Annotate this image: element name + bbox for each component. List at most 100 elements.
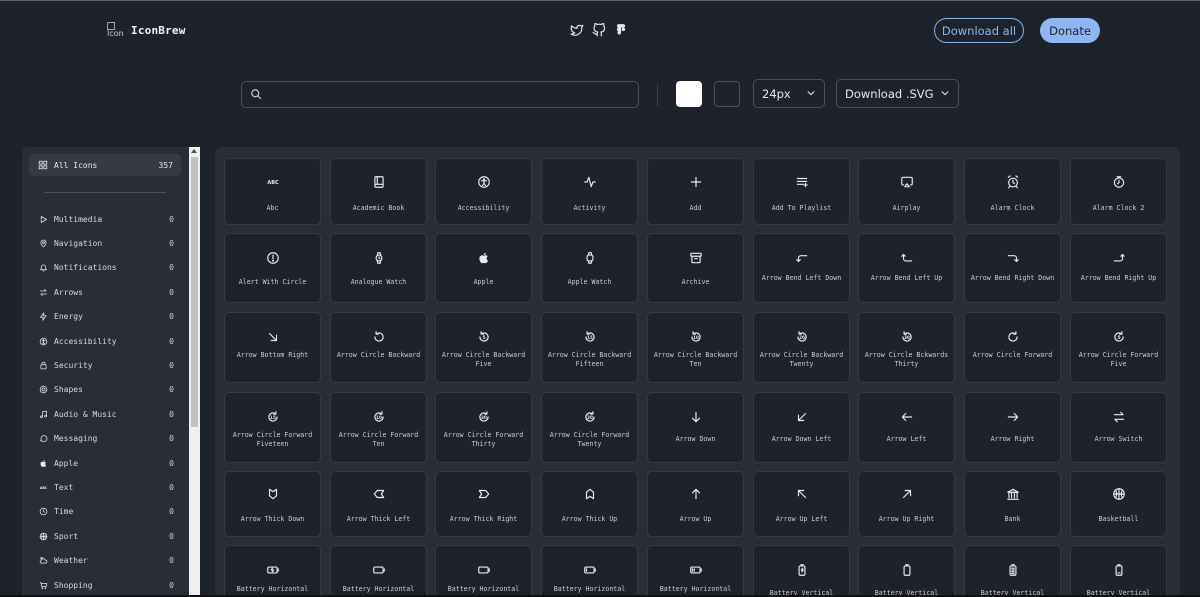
icon-card[interactable]: Arrow Bend Left Up: [858, 233, 955, 303]
logo[interactable]: Icon IconBrew: [107, 22, 186, 39]
icon-card[interactable]: Arrow Switch: [1070, 392, 1167, 463]
category-item[interactable]: Weather 0: [39, 554, 174, 568]
search-box[interactable]: [241, 81, 639, 108]
icon-preview: [331, 487, 426, 501]
icon-card[interactable]: Apple Watch: [541, 233, 638, 303]
icon-label: Archive: [681, 278, 710, 286]
icon-preview: [1071, 563, 1166, 577]
icon-card[interactable]: Arrow Right: [964, 392, 1061, 463]
icon-card[interactable]: Arrow Bend Right Up: [1070, 233, 1167, 303]
icon-card[interactable]: Arrow Circle Forward: [964, 312, 1061, 383]
category-item[interactable]: Multimedia 0: [39, 212, 174, 226]
icon-card[interactable]: Archive: [647, 233, 744, 303]
icon-card[interactable]: Arrow Bend Right Down: [964, 233, 1061, 303]
icon-card[interactable]: Academic Book: [330, 158, 427, 225]
icon-card[interactable]: Battery Vertical: [1070, 545, 1167, 597]
icon-card[interactable]: Arrow Down Left: [753, 392, 850, 463]
scroll-up-arrow[interactable]: [191, 149, 197, 153]
category-item[interactable]: ABC Text 0: [39, 480, 174, 494]
figma-icon[interactable]: [614, 23, 628, 37]
icon-card[interactable]: 20 Arrow Circle Backward Twenty: [753, 312, 850, 383]
category-item[interactable]: Messaging 0: [39, 432, 174, 446]
icon-card[interactable]: 15 Arrow Circle Backward Fifteen: [541, 312, 638, 383]
size-select[interactable]: 24px: [753, 79, 825, 108]
icon-label: Battery Horizontal: [236, 585, 309, 593]
icon-card[interactable]: Battery Vertical: [858, 545, 955, 597]
icon-card[interactable]: ABC Abc: [224, 158, 321, 225]
icon-card[interactable]: Arrow Bottom Right: [224, 312, 321, 383]
scrollbar-thumb[interactable]: [191, 157, 198, 427]
icon-card[interactable]: Battery Horizontal: [541, 545, 638, 597]
icon-label: Arrow Switch: [1094, 435, 1143, 443]
icon-card[interactable]: Arrow Left: [858, 392, 955, 463]
category-item[interactable]: Navigation 0: [39, 236, 174, 250]
download-format-value: Download .SVG: [845, 86, 934, 101]
icon-card[interactable]: 20 Arrow Circle Forward Twenty: [541, 392, 638, 463]
twitter-icon[interactable]: [570, 23, 584, 37]
icon-card[interactable]: Bank: [964, 471, 1061, 537]
category-all-icons[interactable]: All Icons 357: [29, 154, 181, 176]
icon-card[interactable]: Alarm Clock 2: [1070, 158, 1167, 225]
airplay-icon: [900, 176, 913, 188]
icon-label: Arrow Bend Left Up: [870, 274, 943, 282]
icon-card[interactable]: 10 Arrow Circle Forward Ten: [330, 392, 427, 463]
arrow-circle-forward-fifteen-icon: 15: [267, 411, 278, 422]
icon-card[interactable]: 30 Arrow Circle Bckwards Thirty: [858, 312, 955, 383]
icon-card[interactable]: Arrow Thick Down: [224, 471, 321, 537]
icon-card[interactable]: 5 Arrow Circle Forward Five: [1070, 312, 1167, 383]
icon-card[interactable]: Activity: [541, 158, 638, 225]
search-input[interactable]: [268, 87, 638, 102]
category-item[interactable]: Shopping 0: [39, 578, 174, 592]
category-item[interactable]: Audio & Music 0: [39, 407, 174, 421]
icon-card[interactable]: Arrow Thick Right: [435, 471, 532, 537]
icon-preview: 30: [436, 410, 531, 424]
icon-card[interactable]: Battery Vertical: [964, 545, 1061, 597]
donate-button[interactable]: Donate: [1040, 18, 1100, 43]
category-item[interactable]: Sport 0: [39, 529, 174, 543]
category-count: 0: [169, 385, 174, 395]
category-item[interactable]: Shapes 0: [39, 383, 174, 397]
icon-preview: [648, 410, 743, 424]
bank-icon: [1006, 488, 1019, 500]
icon-card[interactable]: Arrow Down: [647, 392, 744, 463]
category-item[interactable]: Arrows 0: [39, 285, 174, 299]
icon-card[interactable]: Battery Horizontal: [224, 545, 321, 597]
icon-card[interactable]: Airplay: [858, 158, 955, 225]
primary-color-swatch[interactable]: [676, 81, 702, 107]
icon-card[interactable]: Basketball: [1070, 471, 1167, 537]
icon-card[interactable]: Arrow Up: [647, 471, 744, 537]
icon-card[interactable]: Arrow Circle Backward: [330, 312, 427, 383]
icon-card[interactable]: Alarm Clock: [964, 158, 1061, 225]
icon-label: Arrow Circle Backward Fifteen: [547, 351, 632, 368]
category-item[interactable]: Notifications 0: [39, 261, 174, 275]
icon-card[interactable]: Battery Horizontal: [647, 545, 744, 597]
icon-card[interactable]: Apple: [435, 233, 532, 303]
icon-card[interactable]: Arrow Thick Left: [330, 471, 427, 537]
icon-card[interactable]: Battery Horizontal: [435, 545, 532, 597]
icon-card[interactable]: 30 Arrow Circle Forward Thirty: [435, 392, 532, 463]
category-item[interactable]: Accessibility 0: [39, 334, 174, 348]
download-all-button[interactable]: Download all: [934, 18, 1024, 43]
github-icon[interactable]: [592, 23, 606, 37]
icon-card[interactable]: Battery Vertical: [753, 545, 850, 597]
icon-card[interactable]: Accessibility: [435, 158, 532, 225]
icon-card[interactable]: 10 Arrow Circle Backward Ten: [647, 312, 744, 383]
icon-card[interactable]: Arrow Thick Up: [541, 471, 638, 537]
icon-card[interactable]: Arrow Up Left: [753, 471, 850, 537]
category-item[interactable]: Security 0: [39, 358, 174, 372]
icon-card[interactable]: Add: [647, 158, 744, 225]
download-format-select[interactable]: Download .SVG: [836, 79, 959, 108]
category-item[interactable]: Energy 0: [39, 310, 174, 324]
icon-card[interactable]: Arrow Bend Left Down: [753, 233, 850, 303]
arrow-circle-forward-thirty-icon: 30: [478, 411, 489, 422]
category-item[interactable]: Apple 0: [39, 456, 174, 470]
secondary-color-swatch[interactable]: [714, 81, 740, 107]
icon-card[interactable]: Add To Playlist: [753, 158, 850, 225]
icon-card[interactable]: Analogue Watch: [330, 233, 427, 303]
icon-card[interactable]: Arrow Up Right: [858, 471, 955, 537]
category-item[interactable]: Time 0: [39, 505, 174, 519]
icon-card[interactable]: 5 Arrow Circle Backward Five: [435, 312, 532, 383]
icon-card[interactable]: Battery Horizontal: [330, 545, 427, 597]
icon-card[interactable]: 15 Arrow Circle Forward Fiveteen: [224, 392, 321, 463]
icon-card[interactable]: Alert With Circle: [224, 233, 321, 303]
